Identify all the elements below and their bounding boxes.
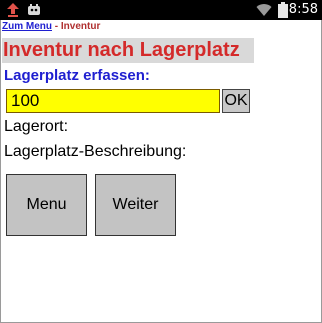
download-alert-icon (5, 2, 21, 23)
page-title: Inventur nach Lagerplatz (2, 38, 254, 63)
status-time: 8:58 (288, 2, 318, 17)
ok-button[interactable]: OK (222, 89, 250, 113)
menu-button[interactable]: Menu (6, 174, 87, 236)
lagerort-label: Lagerort: (4, 118, 69, 135)
app-notification-icon (26, 2, 42, 23)
back-to-menu-link[interactable]: Zum Menu (2, 21, 52, 32)
lagerplatz-label: Lagerplatz erfassen: (4, 67, 150, 84)
lagerplatz-input[interactable] (6, 89, 220, 113)
battery-icon (278, 2, 288, 23)
breadcrumb: Zum Menu - Inventur (2, 21, 100, 32)
status-bar: 8:58 (0, 0, 322, 20)
lagerplatz-beschreibung-label: Lagerplatz-Beschreibung: (4, 143, 187, 160)
weiter-button[interactable]: Weiter (95, 174, 176, 236)
breadcrumb-separator: - (54, 21, 59, 32)
wifi-icon (256, 2, 272, 23)
breadcrumb-current: Inventur (60, 21, 101, 32)
